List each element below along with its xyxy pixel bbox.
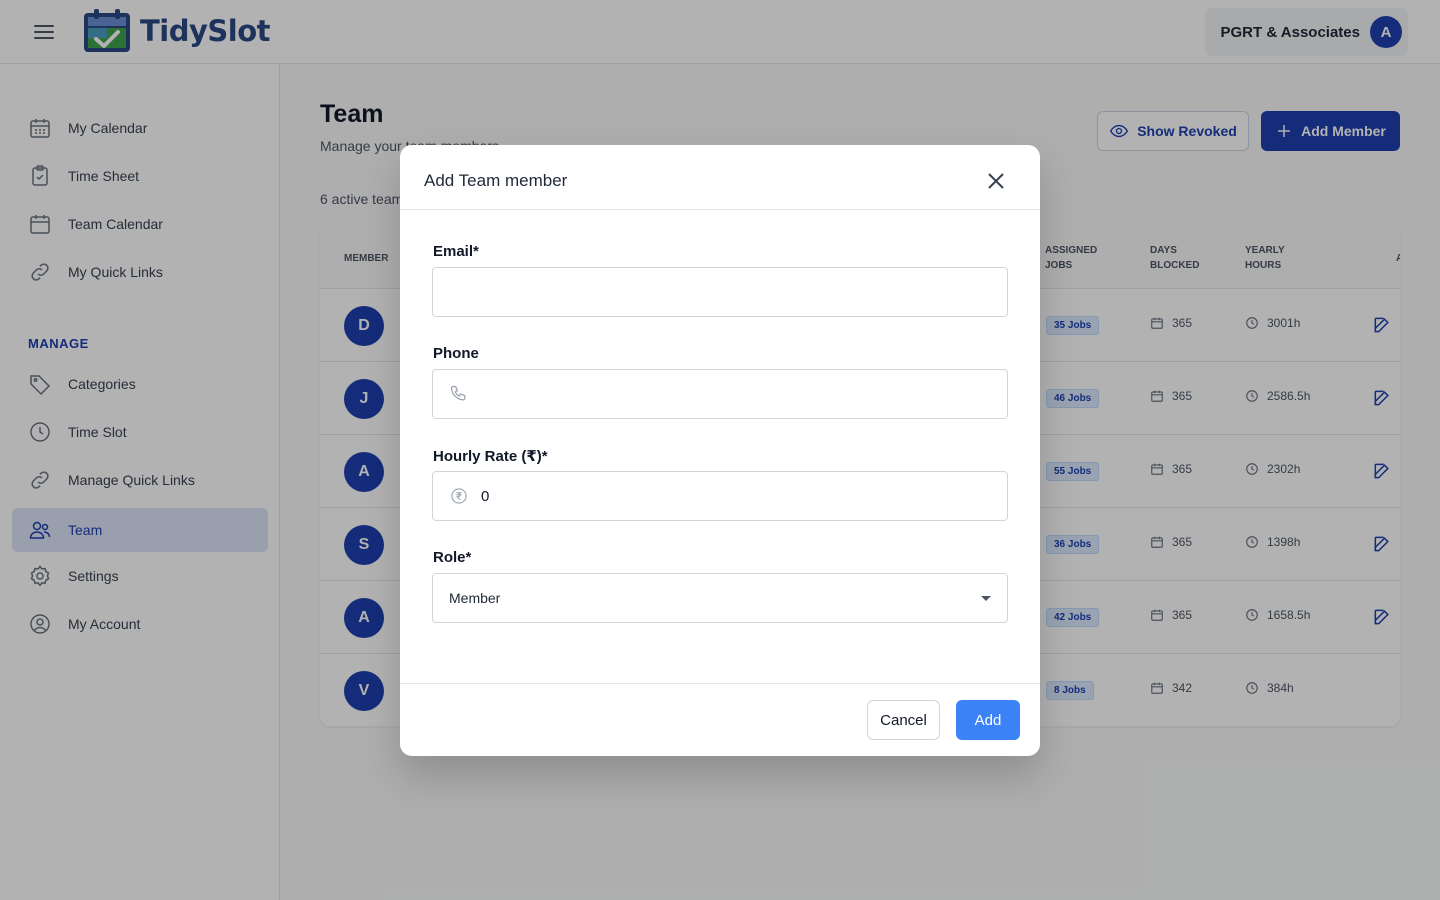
email-field-wrapper [432,267,1008,317]
phone-icon [450,385,466,401]
phone-field-wrapper [432,369,1008,419]
email-field[interactable] [433,268,1007,316]
hourly-rate-wrapper [432,471,1008,521]
caret-down-icon [981,596,991,601]
role-select-value: Member [449,590,501,606]
rupee-icon [451,488,467,504]
role-label: Role* [433,549,472,566]
close-icon[interactable] [984,169,1008,193]
email-label: Email* [433,243,479,260]
role-select[interactable]: Member [432,573,1008,623]
divider [400,683,1040,684]
add-team-member-dialog: Add Team member Email* Phone Hourly Rate… [400,145,1040,756]
divider [400,209,1040,210]
hourly-rate-label: Hourly Rate (₹)* [433,448,548,465]
phone-field[interactable] [469,370,1007,418]
hourly-rate-field[interactable] [469,472,1007,520]
cancel-button[interactable]: Cancel [867,700,940,740]
phone-label: Phone [433,345,479,362]
add-button[interactable]: Add [956,700,1020,740]
dialog-title: Add Team member [424,171,568,190]
